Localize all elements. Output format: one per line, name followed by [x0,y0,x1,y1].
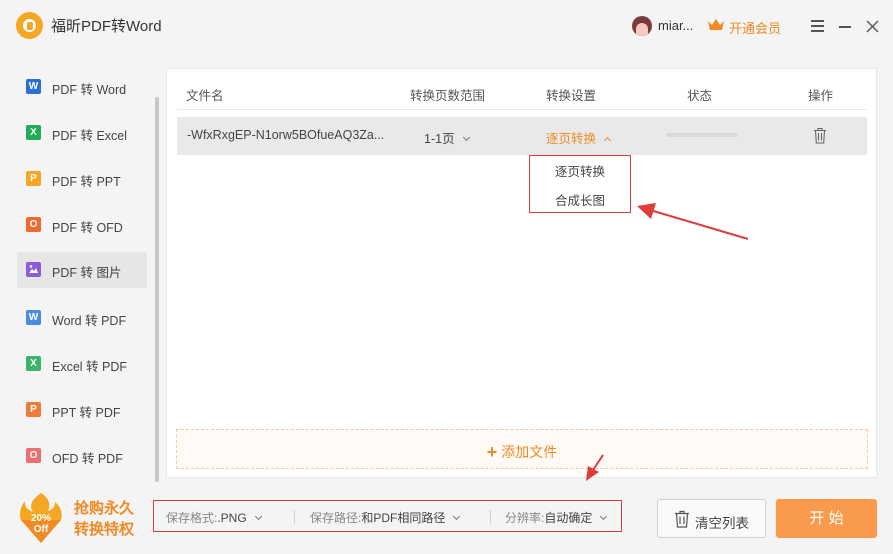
header-divider [177,109,867,110]
minimize-icon[interactable] [836,16,854,36]
sidebar-item-icon: W [26,79,41,94]
sidebar-item-label: PPT 转 PDF [52,406,121,420]
header-page-range: 转换页数范围 [410,89,486,103]
sidebar-item-label: PDF 转 Word [52,83,127,97]
sidebar-item[interactable]: P PDF 转 PPT [17,161,147,197]
sidebar-item-label: Word 转 PDF [52,314,127,328]
header-actions: 操作 [808,89,834,103]
sidebar-item-label: Excel 转 PDF [52,360,128,374]
sidebar-item-label: PDF 转 图片 [52,266,122,280]
sidebar-item[interactable]: X Excel 转 PDF [17,346,147,382]
chevron-down-icon [254,512,262,521]
chevron-down-icon [453,512,461,521]
close-icon[interactable] [864,16,882,36]
dropdown-option-per-page[interactable]: 逐页转换 [530,161,630,180]
save-path-label: 保存路径: [310,511,362,525]
conversion-setting-dropdown: 逐页转换 合成长图 [529,155,631,213]
delete-icon[interactable] [813,127,827,144]
divider [294,510,295,524]
save-path-value: 和PDF相同路径 [361,511,446,525]
clear-list-button[interactable]: 清空列表 [657,499,766,538]
header-settings: 转换设置 [546,89,597,103]
save-path-select[interactable]: 保存路径:和PDF相同路径 [310,509,461,526]
sidebar-item[interactable]: PDF 转 图片 [17,252,147,288]
page-range-select[interactable]: 1-1页 [424,128,470,147]
conversion-setting-select[interactable]: 逐页转换 [546,128,612,147]
sidebar-item[interactable]: O PDF 转 OFD [17,207,147,243]
page-range-value: 1-1页 [424,132,455,146]
sidebar-item[interactable]: W PDF 转 Word [17,69,147,105]
chevron-up-icon [603,136,612,145]
plus-icon: + [486,442,498,462]
sidebar-item-icon: X [26,356,41,371]
sidebar: W PDF 转 Word X PDF 转 Excel P PDF 转 PPT O PDF 转 … [0,62,160,482]
promo-line-1: 抢购永久 [74,500,135,517]
dropdown-option-long-image[interactable]: 合成长图 [530,190,630,209]
sidebar-item-icon [26,262,41,277]
divider [490,510,491,524]
sidebar-item-icon: W [26,310,41,325]
sidebar-scrollbar[interactable] [155,97,159,482]
title-bar: 福昕PDF转Word miar... 开通会员 [0,0,893,52]
add-file-label: 添加文件 [501,444,558,460]
output-settings-bar: 保存格式:.PNG 保存路径:和PDF相同路径 分辨率:自动确定 [153,500,622,532]
sidebar-item-icon: P [26,171,41,186]
chevron-down-icon [600,512,608,521]
header-status: 状态 [687,89,713,103]
app-logo-icon [16,12,43,39]
crown-icon[interactable] [707,18,725,32]
save-format-label: 保存格式: [166,511,218,525]
sidebar-item-icon: P [26,402,41,417]
badge-off: Off [34,524,49,535]
save-format-value: .PNG [217,511,247,525]
file-name: -WfxRxgEP-N1orw5BOfueAQ3Za... [187,128,385,142]
conversion-setting-value: 逐页转换 [546,132,597,146]
sidebar-item-icon: X [26,125,41,140]
sidebar-item[interactable]: W Word 转 PDF [17,300,147,336]
resolution-value: 自动确定 [544,511,593,525]
resolution-label: 分辨率: [505,511,545,525]
table-row[interactable]: -WfxRxgEP-N1orw5BOfueAQ3Za... 1-1页 逐页转换 [177,117,867,155]
chevron-down-icon [462,133,470,142]
trash-icon [675,510,689,528]
badge-percent: 20% [31,513,51,524]
clear-list-label: 清空列表 [695,516,749,531]
sidebar-item[interactable]: X PDF 转 Excel [17,115,147,151]
app-title: 福昕PDF转Word [51,18,162,35]
sidebar-item-icon: O [26,448,41,463]
user-avatar[interactable] [632,16,652,36]
sidebar-item[interactable]: P PPT 转 PDF [17,392,147,428]
sidebar-item-label: PDF 转 Excel [52,129,128,143]
vip-link[interactable]: 开通会员 [729,18,781,37]
sidebar-item[interactable]: O OFD 转 PDF [17,438,147,474]
save-format-select[interactable]: 保存格式:.PNG [166,509,262,526]
sidebar-item-icon: O [26,217,41,232]
promo-line-2: 转换特权 [74,521,135,538]
start-button[interactable]: 开 始 [776,499,877,538]
promo-text[interactable]: 抢购永久 转换特权 [74,498,134,540]
sidebar-item-label: PDF 转 OFD [52,221,123,235]
resolution-select[interactable]: 分辨率:自动确定 [505,509,608,526]
username[interactable]: miar... [658,18,693,33]
menu-icon[interactable] [808,16,826,36]
add-file-zone[interactable]: + 添加文件 [176,429,868,469]
sidebar-item-label: PDF 转 PPT [52,175,121,189]
header-filename: 文件名 [186,89,224,103]
sidebar-item-label: OFD 转 PDF [52,452,123,466]
file-list-panel: 文件名 转换页数范围 转换设置 状态 操作 -WfxRxgEP-N1orw5BO… [166,68,877,478]
status-progress-bar [666,133,738,137]
discount-badge-icon[interactable]: 20% Off [17,492,65,544]
